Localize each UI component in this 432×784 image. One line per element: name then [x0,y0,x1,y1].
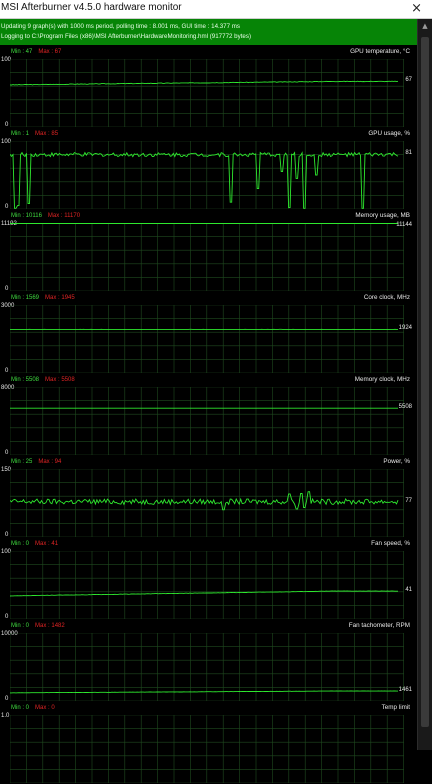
grid-lines [10,59,404,127]
vertical-scrollbar[interactable]: ▲ [417,19,432,750]
graph-panel-temp-limit[interactable]: Min : 0 Max : 0 Temp limit 1.0 [0,702,418,784]
graph-title: GPU usage, % [368,130,410,137]
graph-plot [10,305,404,373]
current-value-label: 5508 [399,404,412,410]
graph-title: Fan tachometer, RPM [349,622,410,629]
title-bar: MSI Afterburner v4.5.0 hardware monitor … [0,0,432,19]
y-axis-max-label: 1.0 [1,713,9,719]
graph-plot [10,59,404,127]
min-value: Min : 1 [11,131,29,137]
grid-lines [10,223,404,291]
min-max-readout: Min : 5508 Max : 5508 [11,377,75,383]
current-value-label: 81 [405,150,412,156]
max-value: Max : 67 [38,49,61,55]
min-max-readout: Min : 0 Max : 41 [11,541,58,547]
grid-lines [10,305,404,373]
graph-panel-gpu-temperature-c[interactable]: Min : 47Max : 67GPU temperature, °C10006… [0,46,418,128]
min-value: Min : 5508 [11,377,39,383]
min-max-readout: Min : 0 Max : 1482 [11,623,65,629]
graph-title: GPU temperature, °C [350,48,410,55]
series-line [10,81,398,85]
max-value: Max : 1482 [35,623,65,629]
graph-plot [10,469,404,537]
min-value: Min : 1569 [11,295,39,301]
status-polling-text: Updating 9 graph(s) with 1000 ms period,… [1,23,240,30]
scroll-up-arrow-icon[interactable]: ▲ [418,19,432,33]
close-icon[interactable]: × [411,1,422,16]
series-line [10,691,398,693]
graph-panel-power[interactable]: Min : 25Max : 94Power, %150077 [0,456,418,538]
status-logging-text: Logging to C:\Program Files (x86)\MSI Af… [1,33,251,40]
min-value: Min : 10116 [11,213,42,219]
max-value: Max : 5508 [45,377,75,383]
max-value: Max : 11170 [48,213,80,219]
min-max-readout: Min : 25 Max : 94 [11,459,61,465]
max-value: Max : 1945 [45,295,75,301]
current-value-label: 41 [405,587,412,593]
min-max-readout: Min : 1569 Max : 1945 [11,295,75,301]
min-max-readout: Min : 10116 Max : 11170 [11,213,80,219]
graph-title: Memory clock, MHz [355,376,410,383]
max-value: Max : 0 [35,705,55,711]
grid-lines [10,551,404,619]
graph-plot [10,387,404,455]
graph-title: Temp limit [382,704,410,711]
max-value: Max : 41 [35,541,58,547]
current-value-label: 77 [405,498,412,504]
graph-plot [10,633,404,701]
current-value-label: 11144 [396,222,412,228]
current-value-label: 67 [405,77,412,83]
graph-panel-fan-speed[interactable]: Min : 0Max : 41Fan speed, %100041 [0,538,418,620]
max-value: Max : 85 [35,131,58,137]
series-line [10,492,398,510]
graph-panel-memory-clock-mhz[interactable]: Min : 5508Max : 5508Memory clock, MHz800… [0,374,418,456]
grid-lines [10,715,404,783]
grid-lines [10,387,404,455]
graph-panel-memory-usage-mb[interactable]: Min : 10116 Max : 11170 Memory usage, MB 11… [0,210,418,292]
min-max-readout: Min : 0 Max : 0 [11,705,55,711]
graph-panel-core-clock-mhz[interactable]: Min : 1569Max : 1945Core clock, MHz30000… [0,292,418,374]
current-value-label: 1461 [399,687,412,693]
min-value: Min : 0 [11,623,29,629]
graph-plot [10,551,404,619]
series-line [10,153,398,209]
grid-lines [10,141,404,209]
min-value: Min : 0 [11,705,29,711]
graph-panel-gpu-usage[interactable]: Min : 1Max : 85GPU usage, %100081 [0,128,418,210]
min-value: Min : 0 [11,541,29,547]
graph-title: Fan speed, % [371,540,410,547]
grid-lines [10,469,404,537]
min-value: Min : 47 [11,49,32,55]
scrollbar-thumb[interactable] [421,37,429,727]
window-title: MSI Afterburner v4.5.0 hardware monitor [1,2,182,13]
graph-panel-fan-tachometer-rpm[interactable]: Min : 0Max : 1482Fan tachometer, RPM1000… [0,620,418,702]
graphs-area[interactable]: Min : 47Max : 67GPU temperature, °C10006… [0,46,418,750]
graph-plot [10,223,404,291]
graph-plot [10,141,404,209]
min-max-readout: Min : 1 Max : 85 [11,131,58,137]
graph-plot [10,715,404,783]
max-value: Max : 94 [38,459,61,465]
graph-title: Power, % [383,458,410,465]
graph-title: Core clock, MHz [364,294,410,301]
min-max-readout: Min : 47 Max : 67 [11,49,61,55]
min-value: Min : 25 [11,459,32,465]
status-bar: Updating 9 graph(s) with 1000 ms period,… [0,19,418,45]
graph-title: Memory usage, MB [355,212,410,219]
current-value-label: 1924 [399,325,412,331]
